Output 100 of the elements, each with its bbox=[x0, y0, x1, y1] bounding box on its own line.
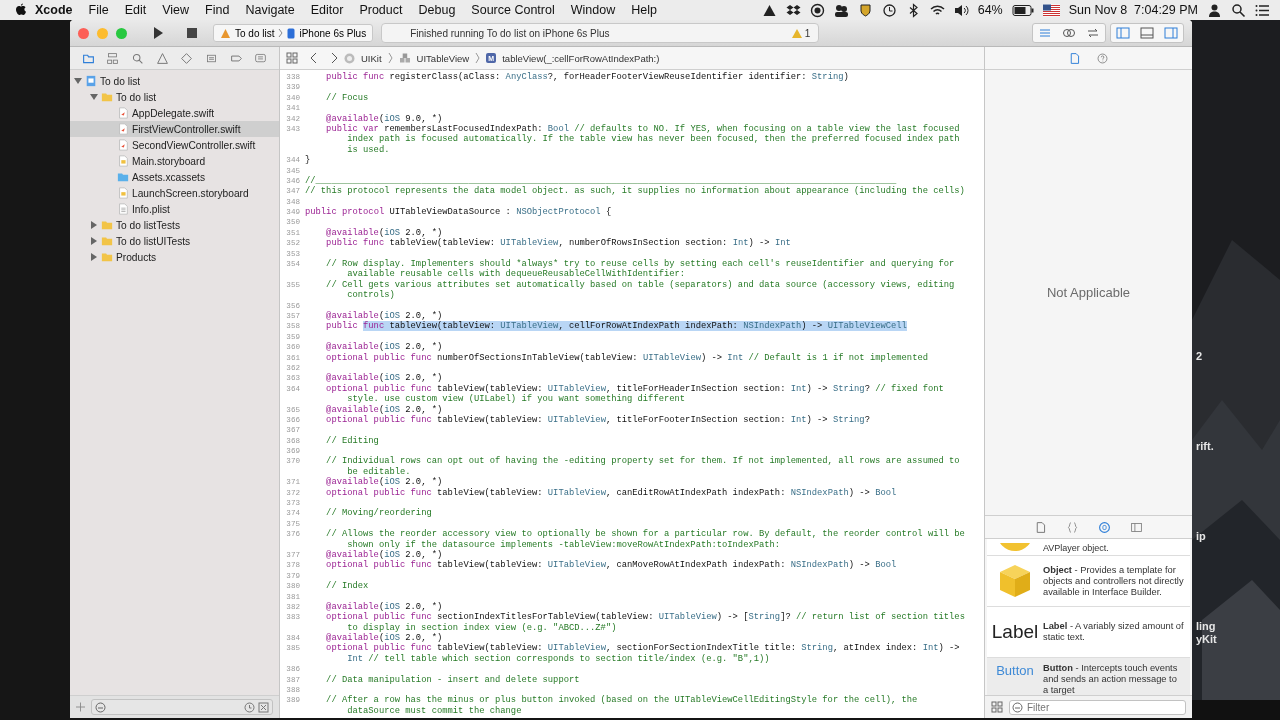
volume-icon[interactable] bbox=[953, 2, 969, 18]
empty-state-message: Not Applicable bbox=[1046, 285, 1131, 300]
collapsed-triangle-icon[interactable] bbox=[90, 253, 98, 261]
record-icon[interactable] bbox=[809, 2, 825, 18]
back-icon[interactable] bbox=[310, 52, 318, 64]
folder-icon bbox=[101, 235, 113, 247]
add-icon[interactable] bbox=[76, 702, 85, 712]
menu-item[interactable]: Editor bbox=[302, 3, 352, 17]
file-name: To do listTests bbox=[116, 219, 180, 231]
history-icon[interactable] bbox=[881, 2, 897, 18]
file-tree-item[interactable]: Products bbox=[70, 249, 279, 265]
library-item[interactable]: Button Button - Intercepts touch events and sends an action message to a target bbox=[987, 658, 1190, 695]
jump-bar-item[interactable]: tableView(_:cellForRowAtIndexPath:) bbox=[502, 52, 660, 64]
menu-item[interactable]: Edit bbox=[116, 3, 155, 17]
code-line: shown only if the datasource implements -tableView:moveRowAtIndexPath:toIndexPath: bbox=[346, 539, 781, 550]
close-button[interactable] bbox=[78, 27, 89, 39]
code-line: //______________________________________________________________________________________________________________ bbox=[305, 175, 897, 186]
file-tree-item[interactable]: Assets.xcassets bbox=[70, 169, 279, 185]
file-tree-item[interactable]: To do listUITests bbox=[70, 233, 279, 249]
code-line: is used. bbox=[346, 144, 390, 156]
battery-icon[interactable] bbox=[1011, 2, 1034, 18]
background-window-text: yKit bbox=[1196, 633, 1217, 645]
list-icon[interactable] bbox=[1255, 2, 1270, 18]
menu-item[interactable]: File bbox=[80, 3, 117, 17]
code-line: public var remembersLastFocusedIndexPath: Bool // defaults to NO. If YES, when focusing on a table view the last focused bbox=[325, 123, 960, 134]
file-name: Products bbox=[116, 251, 157, 263]
background-window-text: ip bbox=[1196, 530, 1206, 542]
code-line: available reusable cells with dequeueReusableCellWithIdentifier: bbox=[346, 269, 686, 280]
file-tree-item[interactable]: To do list bbox=[70, 89, 279, 105]
scheme-selector[interactable]: To do list iPhone 6s Plus bbox=[213, 24, 374, 42]
search-icon[interactable] bbox=[1231, 2, 1246, 18]
code-line: controls) bbox=[346, 290, 395, 301]
expanded-triangle-icon[interactable] bbox=[74, 77, 82, 85]
code-line: // Moving/reordering bbox=[325, 508, 432, 519]
menu-item[interactable]: Find bbox=[197, 3, 238, 17]
triangle-icon[interactable] bbox=[761, 2, 777, 18]
code-line: optional public func tableView(tableView: UITableView, sectionForSectionIndexTitle title: String, atIndex index: Int) -> bbox=[325, 643, 960, 654]
library-item-description: Label - A variably sized amount of static text. bbox=[1043, 621, 1184, 643]
status-message: Finished running To do list on iPhone 6s Plus bbox=[410, 27, 610, 39]
app-menu[interactable]: Xcode bbox=[27, 3, 81, 17]
battery-percentage: 64% bbox=[977, 3, 1003, 17]
code-line: // Index bbox=[325, 581, 369, 592]
code-line: style. use custom view (UILabel) if you want something different bbox=[346, 394, 686, 405]
file-name: LaunchScreen.storyboard bbox=[132, 187, 249, 199]
code-line: // this protocol represents the data model object. as such, it supplies no information about appearance (including the cells) bbox=[305, 186, 965, 197]
warning-count[interactable]: 1 bbox=[804, 27, 811, 39]
file-tree-item[interactable]: AppDelegate.swift bbox=[70, 105, 279, 121]
apple-logo-icon[interactable] bbox=[14, 3, 27, 17]
file-tree-item[interactable]: SecondViewController.swift bbox=[70, 137, 279, 153]
file-tree-item[interactable]: To do list bbox=[70, 73, 279, 89]
background-window-text: 2 bbox=[1196, 350, 1203, 362]
menu-item[interactable]: Source Control bbox=[463, 3, 563, 17]
expanded-triangle-icon[interactable] bbox=[90, 93, 98, 101]
file-name: Main.storyboard bbox=[132, 155, 206, 167]
forward-icon[interactable] bbox=[330, 52, 338, 64]
file-tree-item[interactable]: LaunchScreen.storyboard bbox=[70, 185, 279, 201]
code-line: optional public func tableView(tableView: UITableView, titleForHeaderInSection section: Int) -> String? // fixed font bbox=[325, 383, 944, 394]
file-tree-item[interactable]: Main.storyboard bbox=[70, 153, 279, 169]
library-item[interactable]: Object - Provides a template for objects and controllers not directly available in Interface Builder. bbox=[987, 556, 1190, 607]
menu-item[interactable]: View bbox=[154, 3, 198, 17]
code-line: // Individual rows can opt out of having the -editing property set for them. If not implemented, all rows are assumed to bbox=[325, 456, 960, 467]
people-icon[interactable] bbox=[833, 2, 849, 18]
code-line: @available(iOS 9.0, *) bbox=[325, 113, 443, 124]
file-name: FirstViewController.swift bbox=[132, 123, 241, 135]
user-icon[interactable] bbox=[1207, 2, 1222, 18]
menu-item[interactable]: Navigate bbox=[237, 3, 303, 17]
file-tree-item[interactable]: FirstViewController.swift bbox=[70, 121, 279, 137]
shield-icon[interactable] bbox=[857, 2, 873, 18]
file-name: SecondViewController.swift bbox=[132, 139, 256, 151]
menu-item[interactable]: Window bbox=[562, 3, 624, 17]
editor-mode-icon bbox=[1038, 27, 1052, 39]
file-tree-item[interactable]: Info.plist bbox=[70, 201, 279, 217]
file-name: Assets.xcassets bbox=[132, 171, 206, 183]
jump-bar-item[interactable]: UIKit bbox=[361, 52, 382, 64]
zoom-button[interactable] bbox=[116, 27, 127, 39]
code-line: public func tableView(tableView: UITableView, cellForRowAtIndexPath indexPath: NSIndexPath) -> UITableViewCell bbox=[325, 321, 907, 332]
collapsed-triangle-icon[interactable] bbox=[90, 237, 98, 245]
file-tree-item[interactable]: To do listTests bbox=[70, 217, 279, 233]
flag-icon[interactable] bbox=[1042, 2, 1060, 18]
menu-item[interactable]: Debug bbox=[410, 3, 464, 17]
grid-icon[interactable] bbox=[991, 701, 1003, 713]
menu-item[interactable]: Product bbox=[351, 3, 411, 17]
menu-item[interactable]: Help bbox=[623, 3, 665, 17]
filter-field[interactable]: Filter bbox=[1009, 699, 1186, 715]
storyboard-file-icon bbox=[117, 155, 129, 167]
code-line: @available(iOS 2.0, *) bbox=[325, 477, 443, 488]
clock-icon[interactable] bbox=[244, 701, 255, 713]
folder-icon bbox=[101, 219, 113, 231]
filter-field[interactable] bbox=[91, 699, 273, 715]
collapsed-triangle-icon[interactable] bbox=[90, 221, 98, 229]
menu-clock[interactable]: Sun Nov 8 7:04:29 PM bbox=[1068, 3, 1198, 17]
box-icon[interactable] bbox=[258, 701, 269, 713]
jump-bar-item[interactable]: UITableView bbox=[416, 52, 470, 64]
background-window-text: ling bbox=[1196, 620, 1216, 632]
dropbox-icon[interactable] bbox=[785, 2, 801, 18]
grid-icon[interactable] bbox=[286, 52, 298, 64]
cube-icon bbox=[997, 563, 1033, 599]
chevron-icon bbox=[475, 53, 481, 63]
library-item[interactable]: AVPlayer object. bbox=[987, 539, 1190, 556]
code-line: } bbox=[305, 155, 311, 166]
